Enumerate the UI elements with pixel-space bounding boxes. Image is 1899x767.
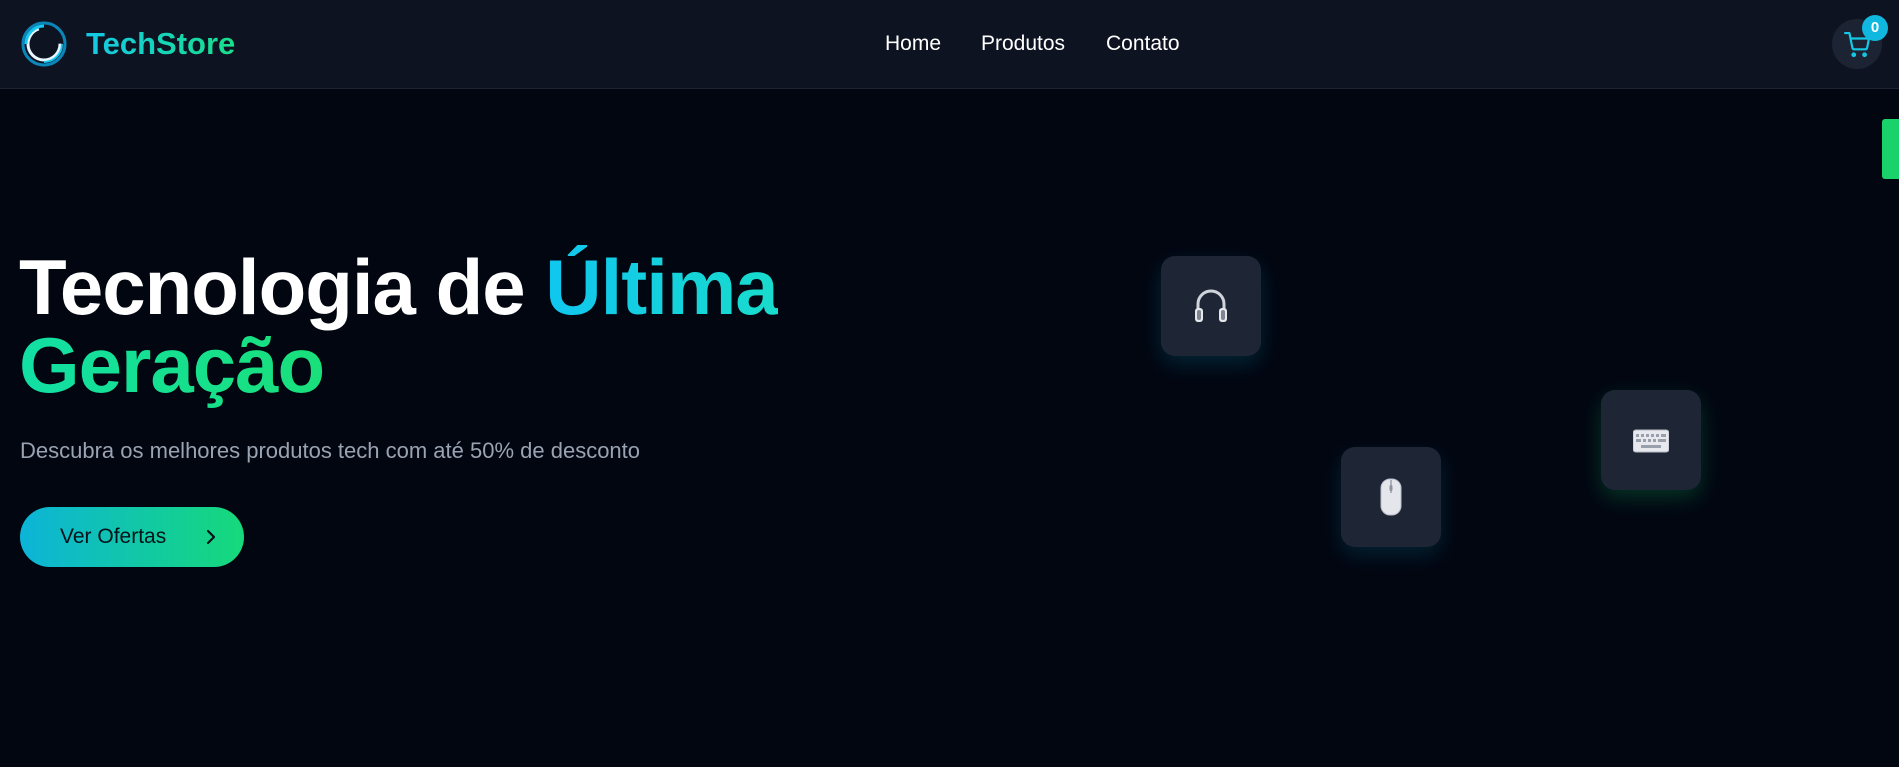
brand-name[interactable]: TechStore <box>86 25 235 63</box>
ring-logo-icon[interactable] <box>20 20 68 68</box>
hero-title-highlight-2: Geração <box>19 321 325 409</box>
navbar: TechStore Home Produtos Contato 0 <box>0 0 1899 89</box>
mouse-icon <box>1380 478 1402 516</box>
side-accent-tab <box>1882 119 1899 179</box>
ver-ofertas-button[interactable]: Ver Ofertas <box>20 507 244 567</box>
cta-label: Ver Ofertas <box>60 525 167 548</box>
hero-title-part1: Tecnologia de <box>19 243 546 331</box>
floating-card-mouse <box>1341 447 1441 547</box>
hero-subtitle: Descubra os melhores produtos tech com a… <box>20 438 641 463</box>
nav-link-contato[interactable]: Contato <box>1106 31 1180 57</box>
headphones-icon <box>1195 289 1227 322</box>
hero-title: Tecnologia de Última Geração <box>19 248 919 404</box>
keyboard-icon <box>1633 429 1669 453</box>
chevron-right-icon <box>206 529 216 545</box>
cart-count-badge: 0 <box>1862 15 1888 41</box>
floating-card-keyboard <box>1601 390 1701 490</box>
hero-title-highlight: Última <box>545 243 778 331</box>
nav-link-home[interactable]: Home <box>885 31 941 57</box>
floating-card-headphones <box>1161 256 1261 356</box>
nav-link-produtos[interactable]: Produtos <box>981 31 1065 57</box>
